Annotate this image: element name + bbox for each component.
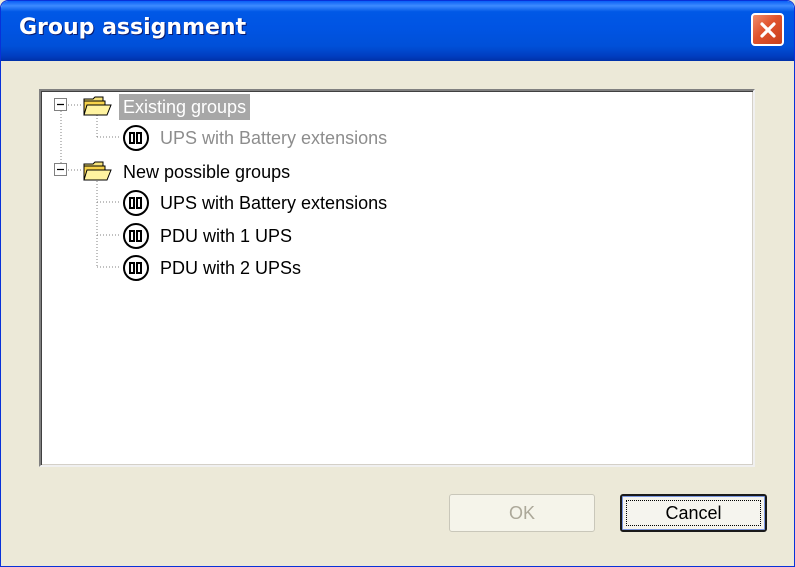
tree-node-new-possible-groups[interactable]: New possible groups — [119, 157, 294, 187]
dialog-window: Group assignment Existing groups UPS wit… — [0, 0, 795, 567]
ok-button-label: OK — [508, 502, 535, 523]
collapse-minus-icon[interactable] — [54, 163, 68, 177]
tree-node-pdu-1-ups[interactable]: PDU with 1 UPS — [156, 221, 296, 251]
node-label: Existing groups — [119, 94, 251, 120]
close-button[interactable] — [751, 13, 784, 46]
folder-open-icon — [83, 96, 112, 116]
node-label: UPS with Battery extensions — [160, 128, 388, 148]
group-tree[interactable]: Existing groups UPS with Battery extensi… — [39, 89, 755, 467]
title-bar[interactable]: Group assignment — [1, 1, 794, 61]
node-label: PDU with 1 UPS — [160, 226, 293, 246]
dialog-client: Existing groups UPS with Battery extensi… — [5, 61, 790, 562]
node-label: New possible groups — [123, 162, 291, 182]
ups-device-icon — [123, 223, 149, 249]
ups-device-icon — [123, 190, 149, 216]
node-label: PDU with 2 UPSs — [160, 258, 302, 278]
ups-device-icon — [123, 125, 149, 151]
tree-node-existing-ups-battery[interactable]: UPS with Battery extensions — [156, 123, 391, 153]
tree-node-pdu-2-ups[interactable]: PDU with 2 UPSs — [156, 253, 305, 283]
ups-device-icon — [123, 255, 149, 281]
collapse-minus-icon[interactable] — [54, 98, 68, 112]
close-icon — [759, 21, 776, 38]
node-label: UPS with Battery extensions — [160, 193, 388, 213]
cancel-button-label: Cancel — [665, 502, 722, 523]
tree-node-existing-groups[interactable]: Existing groups — [119, 92, 251, 122]
cancel-button[interactable]: Cancel — [620, 494, 767, 532]
ok-button[interactable]: OK — [449, 494, 595, 532]
tree-node-new-ups-battery[interactable]: UPS with Battery extensions — [156, 188, 391, 218]
window-title: Group assignment — [19, 15, 247, 40]
folder-open-icon — [83, 161, 112, 181]
